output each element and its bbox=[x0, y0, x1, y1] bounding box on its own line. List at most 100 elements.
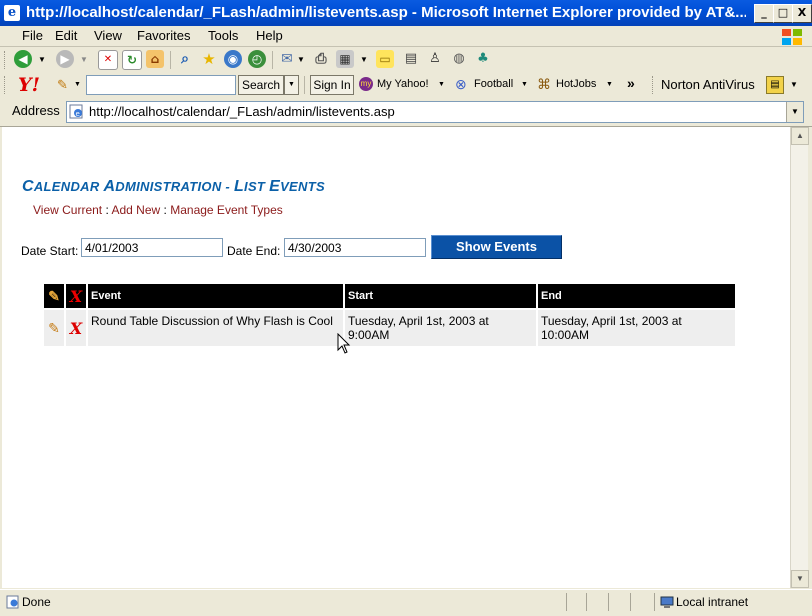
toolbar-grip bbox=[652, 76, 656, 94]
intranet-zone-icon bbox=[660, 595, 674, 609]
yahoo-toolbar: Y! ✎ ▼ Search ▼ Sign In my My Yahoo! ▼ ⊗… bbox=[0, 72, 812, 99]
date-end-label: Date End: bbox=[227, 244, 281, 258]
my-yahoo-button[interactable]: My Yahoo! bbox=[377, 78, 429, 90]
edit-column-header: ✎ bbox=[44, 284, 64, 308]
title-part: C bbox=[22, 178, 34, 195]
discuss-icon[interactable]: ◍ bbox=[450, 50, 468, 68]
maximize-button[interactable]: □ bbox=[773, 4, 793, 23]
history-icon[interactable]: ◴ bbox=[248, 50, 266, 68]
page-title: CALENDAR ADMINISTRATION - LIST EVENTS bbox=[22, 178, 325, 196]
hotjobs-button[interactable]: HotJobs bbox=[556, 78, 596, 90]
status-divider bbox=[586, 593, 587, 611]
hotjobs-icon: ⌘ bbox=[537, 76, 551, 92]
my-yahoo-icon: my bbox=[359, 77, 373, 91]
search-button[interactable]: Search bbox=[238, 75, 284, 95]
delete-x-icon[interactable]: X bbox=[70, 319, 82, 338]
end-column-header: End bbox=[538, 284, 735, 308]
nav-separator: : bbox=[163, 203, 167, 217]
svg-text:e: e bbox=[76, 110, 80, 118]
home-icon[interactable]: ⌂ bbox=[146, 50, 164, 68]
page-content: CALENDAR ADMINISTRATION - LIST EVENTS Vi… bbox=[2, 127, 790, 588]
yahoo-search-input[interactable] bbox=[86, 75, 236, 95]
more-chevron-icon[interactable]: » bbox=[627, 75, 635, 91]
favorites-star-icon[interactable]: ★ bbox=[200, 50, 218, 68]
address-input[interactable]: e http://localhost/calendar/_FLash/admin… bbox=[66, 101, 804, 123]
address-url: http://localhost/calendar/_FLash/admin/l… bbox=[89, 104, 395, 119]
table-header-row: ✎ X Event Start End bbox=[44, 284, 735, 308]
title-part: VENTS bbox=[280, 179, 325, 194]
menu-view[interactable]: View bbox=[94, 28, 122, 43]
back-icon[interactable]: ◀ bbox=[14, 50, 32, 68]
pencil-dropdown-icon[interactable]: ▼ bbox=[74, 81, 81, 88]
edit-dropdown-icon[interactable]: ▼ bbox=[360, 55, 368, 64]
research-icon[interactable]: ▤ bbox=[402, 50, 420, 68]
status-divider bbox=[654, 593, 655, 611]
page-icon: e bbox=[69, 104, 83, 119]
address-dropdown-icon[interactable]: ▼ bbox=[786, 102, 803, 122]
date-start-label: Date Start: bbox=[21, 244, 79, 258]
yahoo-logo-icon[interactable]: Y! bbox=[18, 74, 40, 96]
refresh-icon[interactable]: ↻ bbox=[122, 50, 142, 70]
search-icon[interactable]: ⌕ bbox=[176, 50, 194, 68]
my-yahoo-dropdown-icon[interactable]: ▼ bbox=[438, 81, 445, 88]
hotjobs-dropdown-icon[interactable]: ▼ bbox=[606, 81, 613, 88]
print-icon[interactable]: ⎙ bbox=[312, 50, 330, 68]
menu-bar: File Edit View Favorites Tools Help bbox=[0, 26, 812, 47]
edit-pencil-icon[interactable]: ✎ bbox=[48, 320, 60, 337]
pencil-icon: ✎ bbox=[48, 287, 60, 304]
admin-nav: View Current : Add New : Manage Event Ty… bbox=[33, 203, 283, 217]
delete-cell: X bbox=[66, 310, 86, 346]
delete-column-header: X bbox=[66, 284, 86, 308]
pencil-icon[interactable]: ✎ bbox=[57, 77, 68, 93]
menu-tools[interactable]: Tools bbox=[208, 28, 238, 43]
edit-icon[interactable]: ▦ bbox=[336, 50, 354, 68]
menu-file[interactable]: File bbox=[22, 28, 43, 43]
close-button[interactable]: X bbox=[792, 4, 812, 23]
mail-icon[interactable]: ✉ bbox=[278, 50, 296, 68]
menu-favorites[interactable]: Favorites bbox=[137, 28, 190, 43]
stop-icon[interactable]: ✕ bbox=[98, 50, 118, 70]
add-new-link[interactable]: Add New bbox=[112, 203, 161, 217]
date-end-input[interactable]: 4/30/2003 bbox=[284, 238, 426, 257]
ie-icon: e bbox=[4, 5, 20, 21]
event-column-header: Event bbox=[88, 284, 343, 308]
date-start-input[interactable]: 4/01/2003 bbox=[81, 238, 223, 257]
messenger-icon[interactable]: ♙ bbox=[426, 50, 444, 68]
norton-icon[interactable]: ▤ bbox=[766, 76, 784, 94]
title-part: ALENDAR bbox=[33, 179, 104, 194]
menu-edit[interactable]: Edit bbox=[55, 28, 77, 43]
windows-logo-icon bbox=[782, 29, 802, 45]
mail-dropdown-icon[interactable]: ▼ bbox=[297, 55, 305, 64]
address-bar: Address e http://localhost/calendar/_FLa… bbox=[0, 98, 812, 127]
football-button[interactable]: Football bbox=[474, 78, 513, 90]
minimize-button[interactable]: _ bbox=[754, 4, 774, 23]
view-current-link[interactable]: View Current bbox=[33, 203, 102, 217]
football-dropdown-icon[interactable]: ▼ bbox=[521, 81, 528, 88]
toolbar-grip bbox=[4, 51, 8, 69]
media-icon[interactable]: ◉ bbox=[224, 50, 242, 68]
notes-icon[interactable]: ▭ bbox=[376, 50, 394, 68]
title-bar: e http://localhost/calendar/_FLash/admin… bbox=[0, 0, 812, 26]
standard-toolbar: ◀ ▼ ▶ ▼ ✕ ↻ ⌂ ⌕ ★ ◉ ◴ ✉ ▼ ⎙ ▦ ▼ ▭ ▤ ♙ ◍ … bbox=[0, 47, 812, 73]
scroll-down-icon[interactable]: ▼ bbox=[791, 570, 809, 588]
show-events-button[interactable]: Show Events bbox=[431, 235, 562, 259]
status-text: Done bbox=[22, 595, 51, 609]
forward-dropdown-icon[interactable]: ▼ bbox=[80, 55, 88, 64]
sign-in-button[interactable]: Sign In bbox=[310, 75, 354, 95]
nav-separator: : bbox=[105, 203, 109, 217]
status-divider bbox=[608, 593, 609, 611]
norton-dropdown-icon[interactable]: ▼ bbox=[790, 80, 798, 89]
window-title: http://localhost/calendar/_FLash/admin/l… bbox=[26, 4, 746, 21]
start-column-header: Start bbox=[345, 284, 536, 308]
scroll-up-icon[interactable]: ▲ bbox=[791, 127, 809, 145]
vertical-scrollbar[interactable]: ▲ ▼ bbox=[790, 127, 809, 588]
table-row: ✎ X Round Table Discussion of Why Flash … bbox=[44, 310, 735, 346]
title-part: E bbox=[269, 178, 281, 195]
toolbar-separator bbox=[170, 51, 171, 69]
search-dropdown-icon[interactable]: ▼ bbox=[284, 75, 299, 95]
menu-help[interactable]: Help bbox=[256, 28, 283, 43]
back-dropdown-icon[interactable]: ▼ bbox=[38, 55, 46, 64]
manage-event-types-link[interactable]: Manage Event Types bbox=[170, 203, 283, 217]
forward-icon[interactable]: ▶ bbox=[56, 50, 74, 68]
related-links-icon[interactable]: ♣ bbox=[474, 50, 492, 68]
